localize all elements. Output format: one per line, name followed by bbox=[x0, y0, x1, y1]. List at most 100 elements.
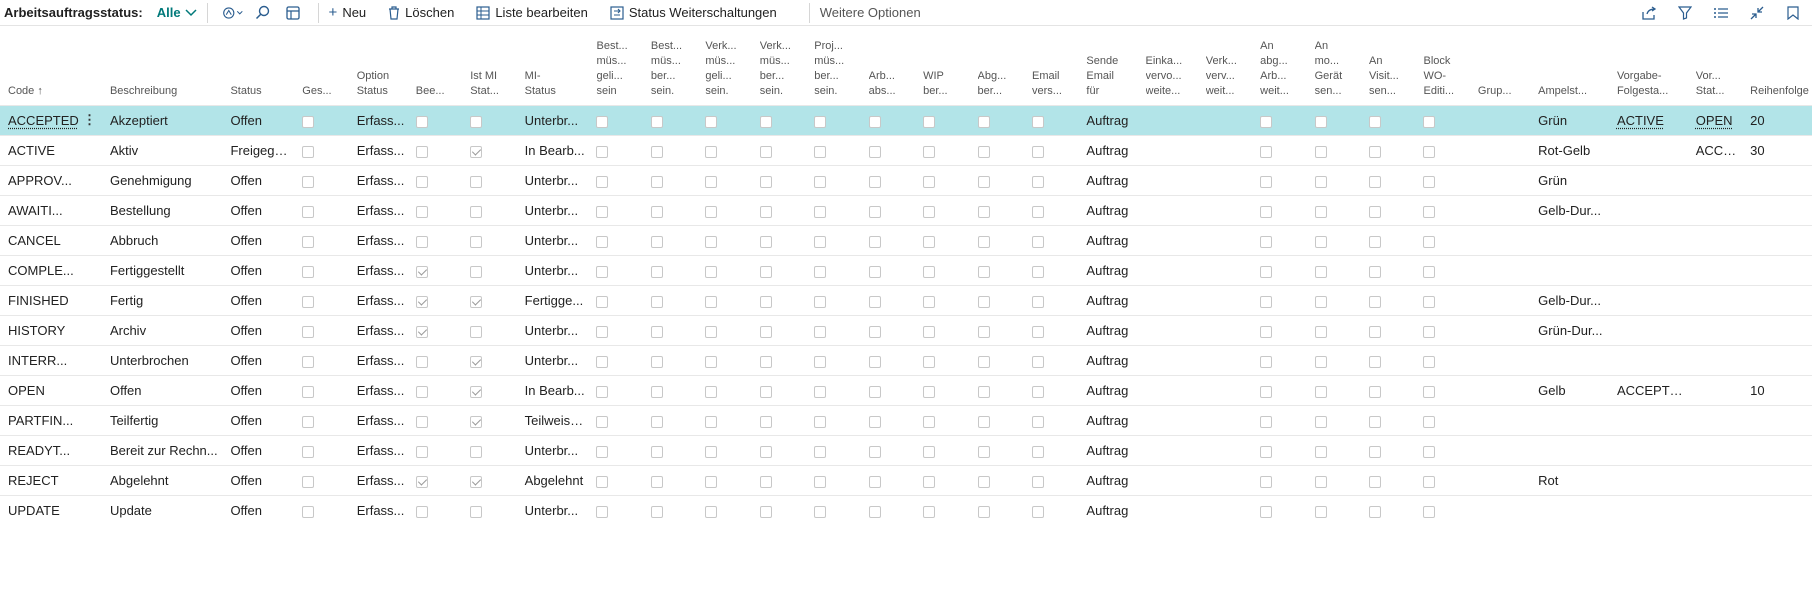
checkbox[interactable] bbox=[1031, 325, 1044, 338]
checkbox[interactable] bbox=[705, 355, 718, 368]
checkbox[interactable] bbox=[1369, 235, 1382, 248]
checkbox[interactable] bbox=[302, 445, 315, 458]
table-row[interactable]: AWAITI... Bestellung Offen Erfass... Unterbr… bbox=[0, 195, 1812, 226]
checkbox[interactable] bbox=[1031, 475, 1044, 488]
checkbox[interactable] bbox=[302, 475, 315, 488]
checkbox[interactable] bbox=[302, 295, 315, 308]
checkbox[interactable] bbox=[1369, 295, 1382, 308]
checkbox[interactable] bbox=[302, 415, 315, 428]
checkbox[interactable] bbox=[1314, 385, 1327, 398]
checkbox[interactable] bbox=[1314, 475, 1327, 488]
checkbox[interactable] bbox=[596, 475, 609, 488]
checkbox[interactable] bbox=[705, 175, 718, 188]
checkbox[interactable] bbox=[705, 475, 718, 488]
checkbox[interactable] bbox=[1031, 355, 1044, 368]
checkbox[interactable] bbox=[1369, 505, 1382, 518]
checkbox[interactable] bbox=[415, 415, 428, 428]
checkbox[interactable] bbox=[977, 355, 990, 368]
checkbox[interactable] bbox=[1314, 265, 1327, 278]
checkbox[interactable] bbox=[868, 205, 881, 218]
checkbox[interactable] bbox=[814, 385, 827, 398]
checkbox[interactable] bbox=[868, 295, 881, 308]
code-cell[interactable]: CANCEL bbox=[8, 233, 61, 248]
table-row[interactable]: COMPLE... Fertiggestellt Offen Erfass... Unt… bbox=[0, 255, 1812, 286]
checkbox[interactable] bbox=[650, 145, 663, 158]
checkbox[interactable] bbox=[977, 205, 990, 218]
checkbox[interactable] bbox=[415, 385, 428, 398]
checkbox[interactable] bbox=[814, 445, 827, 458]
checkbox[interactable] bbox=[759, 355, 772, 368]
column-header[interactable]: An abg... Arb... weit... bbox=[1252, 26, 1306, 106]
checkbox[interactable] bbox=[1314, 355, 1327, 368]
checkbox[interactable] bbox=[596, 415, 609, 428]
table-row[interactable]: READYT... Bereit zur Rechn... Offen Erfass.… bbox=[0, 435, 1812, 466]
column-header[interactable]: Einka... vervo... weite... bbox=[1138, 26, 1198, 106]
checkbox[interactable] bbox=[470, 205, 483, 218]
checkbox[interactable] bbox=[759, 295, 772, 308]
checkbox[interactable] bbox=[1031, 265, 1044, 278]
analysis-mode-icon[interactable] bbox=[222, 2, 244, 24]
checkbox[interactable] bbox=[923, 205, 936, 218]
checkbox[interactable] bbox=[814, 145, 827, 158]
checkbox[interactable] bbox=[705, 235, 718, 248]
checkbox[interactable] bbox=[302, 205, 315, 218]
checkbox[interactable] bbox=[1314, 325, 1327, 338]
table-row[interactable]: APPROV... Genehmigung Offen Erfass... Unterb… bbox=[0, 165, 1812, 196]
checkbox[interactable] bbox=[1423, 415, 1436, 428]
checkbox[interactable] bbox=[1031, 295, 1044, 308]
code-cell[interactable]: APPROV... bbox=[8, 173, 72, 188]
checkbox[interactable] bbox=[868, 175, 881, 188]
checkbox[interactable] bbox=[470, 235, 483, 248]
checkbox[interactable] bbox=[1260, 505, 1273, 518]
checkbox[interactable] bbox=[923, 145, 936, 158]
checkbox[interactable] bbox=[1423, 235, 1436, 248]
checkbox[interactable] bbox=[705, 205, 718, 218]
column-header[interactable]: An Visit... sen... bbox=[1361, 26, 1415, 106]
column-header[interactable]: Ist MI Stat... bbox=[462, 26, 516, 106]
checkbox-checked[interactable] bbox=[470, 475, 483, 488]
table-row[interactable]: FINISHED Fertig Offen Erfass... Fertigge... A… bbox=[0, 285, 1812, 316]
column-header[interactable]: Bee... bbox=[408, 26, 462, 106]
checkbox[interactable] bbox=[977, 505, 990, 518]
checkbox[interactable] bbox=[923, 325, 936, 338]
checkbox[interactable] bbox=[650, 325, 663, 338]
code-cell[interactable]: PARTFIN... bbox=[8, 413, 73, 428]
checkbox[interactable] bbox=[1369, 385, 1382, 398]
checkbox[interactable] bbox=[868, 325, 881, 338]
checkbox[interactable] bbox=[470, 265, 483, 278]
checkbox[interactable] bbox=[759, 505, 772, 518]
checkbox-checked[interactable] bbox=[470, 145, 483, 158]
checkbox[interactable] bbox=[596, 235, 609, 248]
checkbox[interactable] bbox=[923, 385, 936, 398]
checkbox[interactable] bbox=[1260, 385, 1273, 398]
column-header[interactable]: Proj... müs... ber... sein. bbox=[806, 26, 860, 106]
checkbox[interactable] bbox=[650, 175, 663, 188]
checkbox[interactable] bbox=[1031, 505, 1044, 518]
checkbox[interactable] bbox=[1369, 205, 1382, 218]
checkbox[interactable] bbox=[814, 415, 827, 428]
code-cell[interactable]: READYT... bbox=[8, 443, 70, 458]
checkbox[interactable] bbox=[923, 445, 936, 458]
checkbox[interactable] bbox=[596, 115, 609, 128]
checkbox[interactable] bbox=[1423, 475, 1436, 488]
checkbox[interactable] bbox=[759, 145, 772, 158]
checkbox[interactable] bbox=[1314, 505, 1327, 518]
checkbox[interactable] bbox=[596, 385, 609, 398]
checkbox[interactable] bbox=[415, 115, 428, 128]
checkbox[interactable] bbox=[470, 115, 483, 128]
column-header[interactable]: Vor... Stat... bbox=[1688, 26, 1742, 106]
checkbox[interactable] bbox=[814, 175, 827, 188]
checkbox[interactable] bbox=[1369, 145, 1382, 158]
checkbox[interactable] bbox=[977, 175, 990, 188]
checkbox[interactable] bbox=[1369, 115, 1382, 128]
column-header[interactable]: Best... müs... geli... sein bbox=[588, 26, 642, 106]
checkbox[interactable] bbox=[814, 325, 827, 338]
checkbox[interactable] bbox=[415, 235, 428, 248]
column-header[interactable]: Email vers... bbox=[1024, 26, 1078, 106]
checkbox-checked[interactable] bbox=[415, 295, 428, 308]
edit-list-button[interactable]: Liste bearbeiten bbox=[476, 5, 588, 20]
checkbox[interactable] bbox=[977, 295, 990, 308]
checkbox[interactable] bbox=[650, 415, 663, 428]
checkbox[interactable] bbox=[596, 175, 609, 188]
column-header[interactable]: Verk... müs... geli... sein. bbox=[697, 26, 751, 106]
